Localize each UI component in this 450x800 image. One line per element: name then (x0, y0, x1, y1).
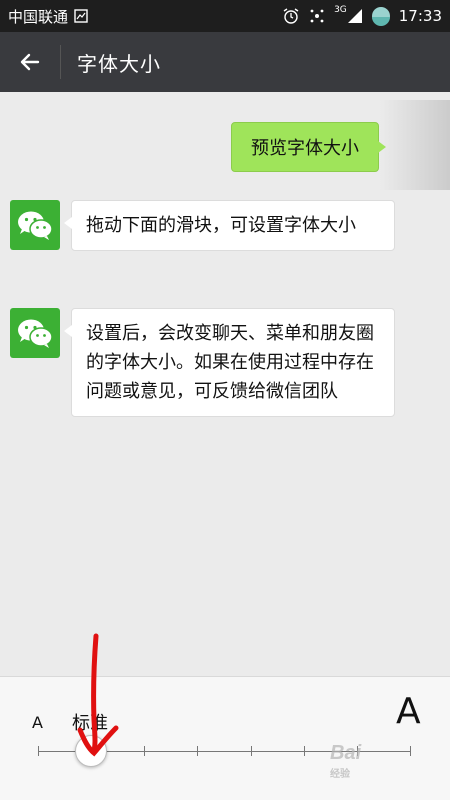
slider-tick (250, 746, 252, 756)
slider-tick (410, 746, 411, 756)
status-left: 中国联通 (8, 6, 88, 27)
status-bar: 中国联通 3G 17:33 (0, 0, 450, 32)
title-bar: 字体大小 (0, 32, 450, 92)
back-button[interactable] (0, 32, 60, 92)
chat-preview-area: 预览字体大小 拖动下面的滑块，可设置字体大小 设置后，会改变聊天、菜单和朋友圈的… (0, 92, 450, 676)
title-divider (60, 45, 61, 79)
carrier-label: 中国联通 (8, 7, 69, 26)
watermark-logo: Bai 经验 (330, 742, 361, 780)
wechat-logo-icon (18, 211, 53, 240)
slider-thumb[interactable] (75, 735, 108, 767)
status-right: 3G 17:33 (282, 5, 442, 26)
small-font-label: A (32, 713, 43, 732)
font-size-slider-panel: A 标准 A (0, 676, 450, 800)
slider-tick (197, 746, 199, 756)
back-arrow-icon (20, 53, 40, 71)
slider-tick (38, 746, 39, 756)
image-icon (74, 9, 88, 23)
alarm-icon (282, 7, 300, 25)
network-type-label: 3G (334, 5, 347, 15)
sent-avatar-shadow (380, 100, 450, 190)
sent-message-bubble: 预览字体大小 (231, 122, 386, 172)
sync-icon (308, 7, 326, 25)
current-size-label: 标准 (72, 713, 108, 734)
watermark-text: Bai (330, 742, 362, 764)
received-message-bubble: 设置后，会改变聊天、菜单和朋友圈的字体大小。如果在使用过程中存在问题或意见，可反… (64, 308, 395, 417)
received-message-bubble: 拖动下面的滑块，可设置字体大小 (64, 200, 395, 251)
slider-tick (303, 746, 305, 756)
slider-tick (144, 746, 146, 756)
wechat-avatar (10, 200, 60, 250)
signal-icon: 3G (334, 5, 363, 24)
large-font-label: A (396, 691, 421, 732)
wechat-logo-icon (18, 319, 53, 348)
page-title: 字体大小 (77, 51, 161, 76)
clock-time: 17:33 (398, 7, 442, 25)
battery-icon (371, 6, 391, 26)
watermark-subtext: 经验 (330, 769, 350, 780)
wechat-avatar (10, 308, 60, 358)
